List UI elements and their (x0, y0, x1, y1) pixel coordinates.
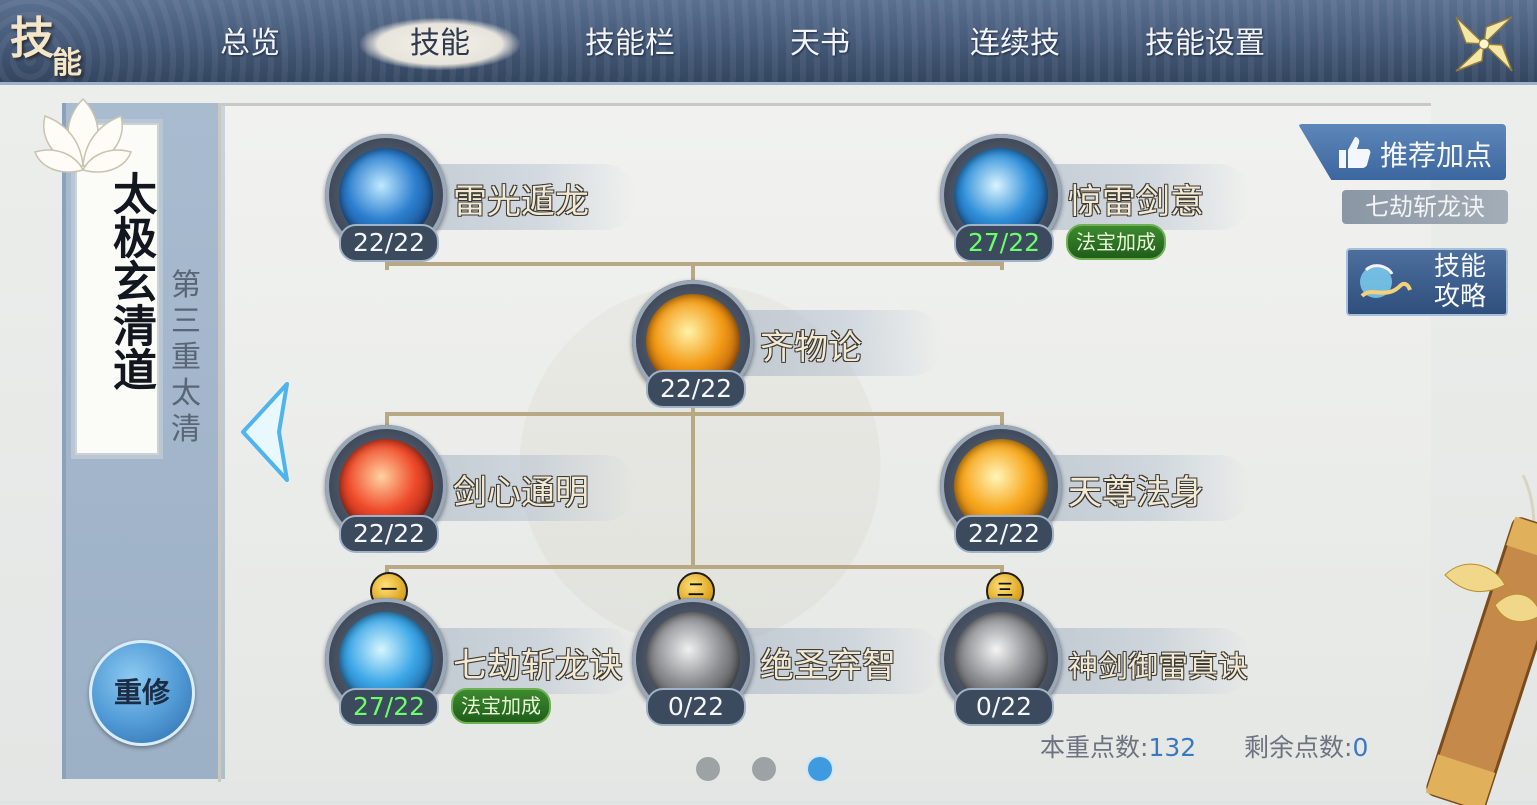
decorative-scroll-icon (1425, 475, 1537, 805)
page-dot-1[interactable] (696, 757, 720, 781)
skill-level: 27/22 (954, 224, 1054, 262)
close-icon (1455, 16, 1513, 72)
tier-points-label: 本重点数: (1040, 733, 1149, 762)
tier-label-char: 三 (171, 304, 201, 339)
skill-level: 0/22 (954, 688, 1054, 726)
guide-scroll-icon (1360, 264, 1412, 298)
skill-name: 神剑御雷真诀 (1068, 650, 1248, 685)
skill-name: 齐物论 (760, 328, 862, 368)
tab-heavenly-book[interactable]: 天书 (770, 18, 870, 70)
tier-points-value: 132 (1148, 733, 1197, 762)
chevron-left-icon (241, 382, 289, 482)
skill-node[interactable]: 神剑御雷真诀 0/22 (940, 598, 1260, 728)
skill-node[interactable]: 雷光遁龙 22/22 (325, 134, 645, 264)
recommend-points-button[interactable]: 推荐加点 (1298, 124, 1506, 180)
skill-name: 绝圣弃智 (760, 646, 896, 686)
recommended-skill-label: 七劫斩龙诀 (1342, 190, 1508, 224)
skill-guide-button[interactable]: 技能 攻略 (1346, 248, 1508, 316)
skill-guide-label: 技能 攻略 (1416, 252, 1504, 312)
close-button[interactable] (1452, 13, 1516, 75)
tier-label-char: 太 (171, 376, 201, 411)
skill-level: 22/22 (339, 224, 439, 262)
tab-overview[interactable]: 总览 (200, 18, 300, 70)
skill-name: 七劫斩龙诀 (453, 646, 623, 686)
treasure-bonus-badge: 法宝加成 (1066, 224, 1166, 260)
remaining-points-label: 剩余点数: (1244, 733, 1353, 762)
recommend-points-label: 推荐加点 (1380, 139, 1493, 172)
tab-combo[interactable]: 连续技 (955, 18, 1075, 70)
skill-node[interactable]: 天尊法身 22/22 (940, 425, 1260, 555)
skill-level: 22/22 (646, 370, 746, 408)
tier-label-char: 重 (171, 340, 201, 375)
skill-name: 剑心通明 (453, 473, 589, 513)
tab-skills[interactable]: 技能 (360, 18, 520, 70)
page-dot-2[interactable] (752, 757, 776, 781)
previous-tier-button[interactable] (235, 380, 295, 484)
skill-node[interactable]: 剑心通明 22/22 (325, 425, 645, 555)
skill-name: 惊雷剑意 (1068, 182, 1204, 222)
tier-label-char: 第 (171, 268, 201, 303)
skill-level: 22/22 (954, 515, 1054, 553)
page-dot-3[interactable] (808, 757, 832, 781)
skill-node[interactable]: 惊雷剑意 27/22 法宝加成 (940, 134, 1260, 264)
lotus-icon (34, 97, 132, 173)
skill-guide-label-line1: 技能 (1433, 252, 1486, 282)
skill-node[interactable]: 七劫斩龙诀 27/22 法宝加成 (325, 598, 645, 728)
window-title-char-2: 能 (52, 46, 82, 81)
skill-level: 0/22 (646, 688, 746, 726)
tier-label: 第 三 重 太 清 (168, 268, 204, 448)
school-title: 太极玄清道 (105, 171, 156, 391)
reset-skills-button[interactable]: 重修 (89, 640, 195, 746)
skill-node[interactable]: 绝圣弃智 0/22 (632, 598, 952, 728)
treasure-bonus-badge: 法宝加成 (451, 688, 551, 724)
tab-skill-settings[interactable]: 技能设置 (1130, 18, 1280, 70)
skill-node[interactable]: 齐物论 22/22 (632, 280, 952, 410)
tier-label-char: 清 (171, 412, 201, 447)
window-title-char-1: 技 (10, 13, 54, 64)
top-bar: 技 能 总览 技能 技能栏 天书 连续技 技能设置 (0, 0, 1537, 85)
skill-level: 27/22 (339, 688, 439, 726)
remaining-points-value: 0 (1352, 733, 1369, 762)
skill-name: 天尊法身 (1068, 473, 1204, 513)
thumbs-up-icon (1339, 137, 1371, 168)
skill-level: 22/22 (339, 515, 439, 553)
tab-skill-bar[interactable]: 技能栏 (570, 18, 690, 70)
remaining-points: 剩余点数:0 (1244, 728, 1368, 764)
skill-guide-label-line2: 攻略 (1433, 282, 1486, 312)
tree-connector (691, 398, 695, 568)
tree-connector (385, 565, 1003, 569)
tier-points: 本重点数:132 (1040, 728, 1196, 764)
skill-name: 雷光遁龙 (453, 182, 589, 222)
